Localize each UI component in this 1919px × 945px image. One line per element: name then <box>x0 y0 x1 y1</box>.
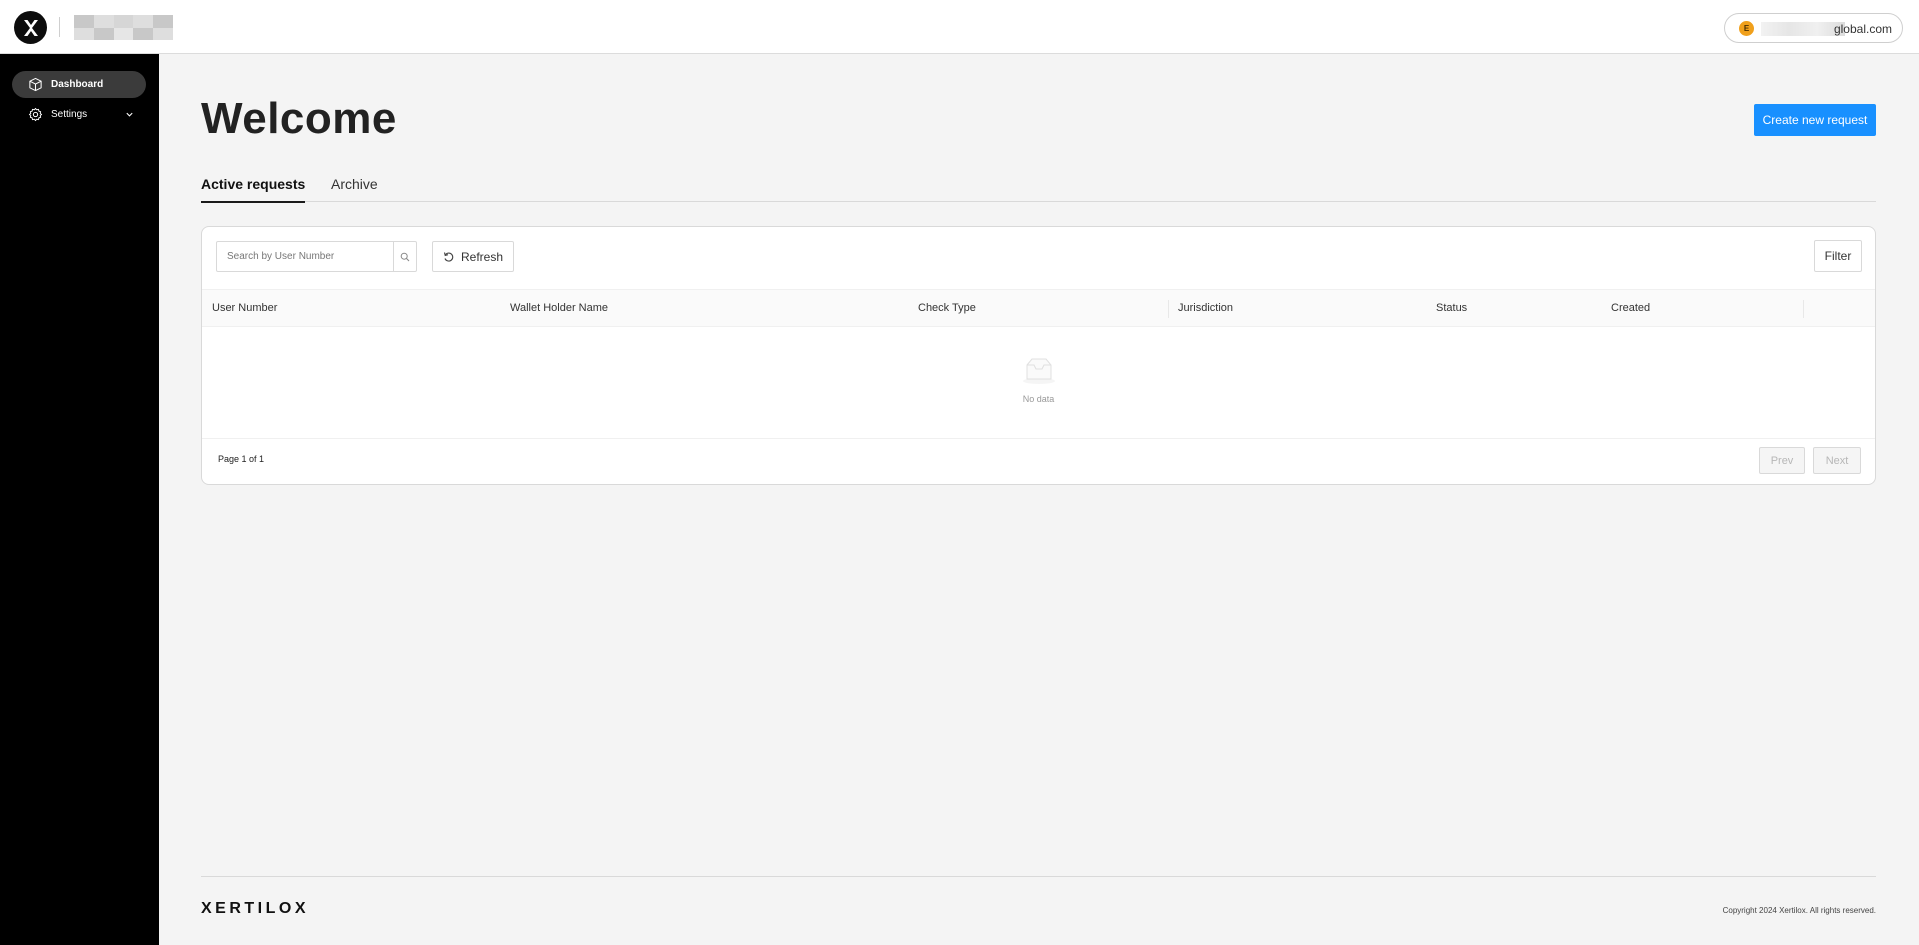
copyright-text: Copyright 2024 Xertilox. All rights rese… <box>1722 906 1876 915</box>
next-page-button[interactable]: Next <box>1813 447 1861 474</box>
gear-icon <box>28 107 43 122</box>
top-bar: E global.com <box>0 0 1919 54</box>
sidebar-item-settings[interactable]: Settings <box>12 101 146 128</box>
page-title: Welcome <box>201 94 397 143</box>
column-header-user-number[interactable]: User Number <box>212 302 277 314</box>
refresh-icon <box>443 251 454 262</box>
column-divider <box>1168 300 1169 318</box>
column-header-status[interactable]: Status <box>1436 302 1467 314</box>
x-logo-icon <box>23 19 38 36</box>
logo-divider <box>59 17 60 37</box>
app-logo[interactable] <box>14 11 47 44</box>
column-header-wallet-holder-name[interactable]: Wallet Holder Name <box>510 302 608 314</box>
sidebar-item-label: Dashboard <box>51 79 104 90</box>
sidebar: Dashboard Settings <box>0 54 159 945</box>
search-button[interactable] <box>394 241 417 272</box>
prev-page-button[interactable]: Prev <box>1759 447 1805 474</box>
pagination-text: Page 1 of 1 <box>218 454 265 464</box>
avatar: E <box>1739 21 1754 36</box>
column-divider <box>1803 300 1804 318</box>
tab-active-requests[interactable]: Active requests <box>201 176 306 203</box>
column-header-check-type[interactable]: Check Type <box>918 302 976 314</box>
table-empty-state: No data <box>202 327 1875 439</box>
user-email: global.com <box>1833 22 1892 36</box>
column-header-jurisdiction[interactable]: Jurisdiction <box>1178 302 1233 314</box>
search-group <box>216 241 417 272</box>
empty-text: No data <box>1022 394 1055 404</box>
requests-table-card: Refresh Filter User Number Wallet Holder… <box>201 226 1876 485</box>
cube-icon <box>29 77 42 92</box>
sidebar-item-label: Settings <box>51 109 88 120</box>
refresh-label: Refresh <box>460 249 504 264</box>
create-new-request-button[interactable]: Create new request <box>1754 104 1876 136</box>
tab-archive[interactable]: Archive <box>331 176 378 200</box>
column-header-created[interactable]: Created <box>1611 302 1650 314</box>
chevron-down-icon <box>126 112 133 117</box>
refresh-button[interactable]: Refresh <box>432 241 514 272</box>
user-menu[interactable]: E global.com <box>1724 13 1903 43</box>
table-header: User Number Wallet Holder Name Check Typ… <box>202 289 1875 327</box>
filter-button[interactable]: Filter <box>1814 240 1862 272</box>
inbox-icon <box>1023 358 1055 384</box>
sidebar-item-dashboard[interactable]: Dashboard <box>12 71 146 98</box>
brand-name-redacted <box>74 15 173 40</box>
footer-divider <box>201 876 1876 877</box>
search-input[interactable] <box>216 241 394 272</box>
search-icon <box>400 252 410 261</box>
tab-bar: Active requests Archive <box>201 174 1876 203</box>
user-email-redacted <box>1761 22 1845 36</box>
footer-logo: XERTILOX <box>201 900 310 917</box>
